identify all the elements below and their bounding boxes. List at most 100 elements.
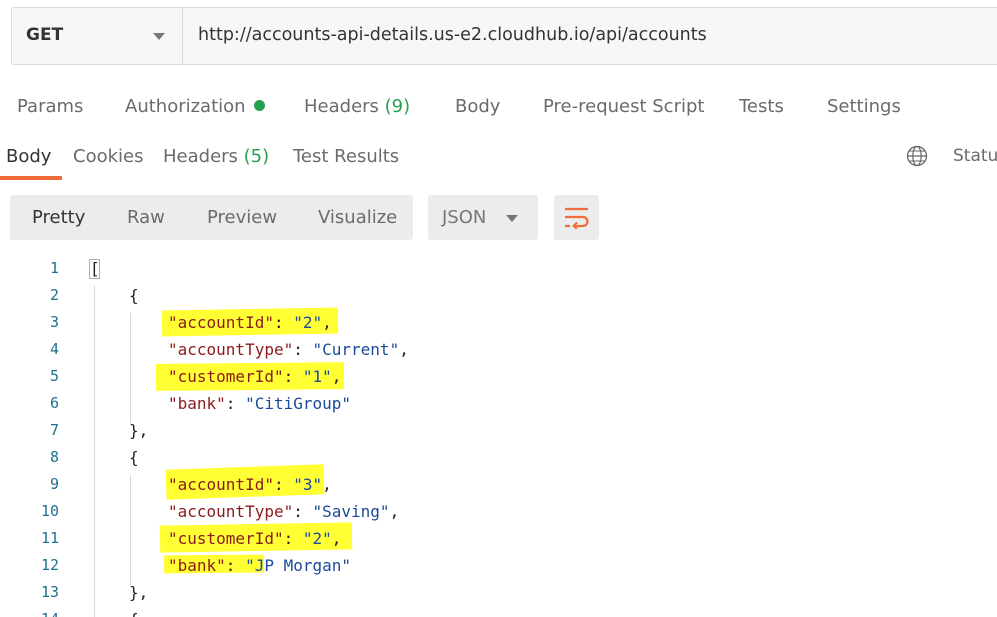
json-separator: : xyxy=(273,313,294,332)
code-line: 8 { xyxy=(0,444,997,471)
tab-prerequest-script[interactable]: Pre-request Script xyxy=(543,96,704,117)
code-line: 10 "accountType": "Saving", xyxy=(0,498,997,525)
response-headers-count-badge: (5) xyxy=(243,146,270,167)
json-comma: , xyxy=(331,367,342,386)
language-select[interactable]: JSON xyxy=(428,195,538,240)
code-line: 11 "customerId": "2", xyxy=(0,525,997,552)
line-number: 2 xyxy=(49,286,59,304)
code-text: }, xyxy=(129,421,149,440)
format-preview-button[interactable]: Preview xyxy=(207,207,277,228)
code-line: 3 "accountId": "2", xyxy=(0,309,997,336)
code-text: { xyxy=(129,610,139,617)
json-separator: : xyxy=(225,394,246,413)
json-value: "2" xyxy=(302,529,332,548)
format-toggle-group: Pretty Raw Preview Visualize xyxy=(10,195,413,240)
response-status-label: Status xyxy=(953,146,997,166)
code-text: { xyxy=(129,448,139,467)
json-key: "accountType" xyxy=(168,502,294,521)
json-separator: : xyxy=(293,340,313,359)
json-separator: : xyxy=(283,529,303,548)
tab-headers-label: Headers xyxy=(304,96,379,117)
code-text: "accountId": "2", xyxy=(168,313,332,332)
json-value: "JP Morgan" xyxy=(245,556,352,575)
line-number: 8 xyxy=(49,448,59,466)
response-tab-cookies[interactable]: Cookies xyxy=(73,146,143,167)
line-number: 10 xyxy=(40,502,59,520)
json-comma: , xyxy=(399,340,409,359)
line-number: 7 xyxy=(49,421,59,439)
method-label: GET xyxy=(26,25,64,45)
tab-body[interactable]: Body xyxy=(455,96,500,117)
line-number: 12 xyxy=(40,556,59,574)
code-line: 5 "customerId": "1", xyxy=(0,363,997,390)
line-number: 5 xyxy=(49,367,59,385)
language-select-label: JSON xyxy=(442,207,487,228)
line-number: 1 xyxy=(49,259,59,277)
response-body-editor[interactable]: 1 [ 2 { 3 "accountId": "2", 4 "accountTy… xyxy=(0,255,997,617)
active-tab-indicator xyxy=(0,176,62,180)
globe-icon[interactable] xyxy=(906,145,928,167)
json-separator: : xyxy=(283,367,303,386)
request-url-bar: GET http://accounts-api-details.us-e2.cl… xyxy=(11,7,997,65)
headers-count-badge: (9) xyxy=(384,96,411,117)
status-dot-icon xyxy=(253,100,265,111)
json-value: "2" xyxy=(293,313,323,332)
tab-settings[interactable]: Settings xyxy=(827,96,901,117)
code-line: 7 }, xyxy=(0,417,997,444)
tab-headers[interactable]: Headers (9) xyxy=(304,96,410,117)
json-comma: , xyxy=(331,529,342,548)
format-visualize-button[interactable]: Visualize xyxy=(318,207,397,228)
code-text: "customerId": "1", xyxy=(168,367,341,386)
response-tab-headers[interactable]: Headers (5) xyxy=(163,146,269,167)
code-line: 13 }, xyxy=(0,579,997,606)
json-key: "accountId" xyxy=(168,313,274,332)
code-line: 4 "accountType": "Current", xyxy=(0,336,997,363)
json-key: "accountId" xyxy=(168,475,274,494)
response-tab-body[interactable]: Body xyxy=(6,146,51,167)
json-value: "3" xyxy=(293,475,323,494)
chevron-down-icon xyxy=(506,215,518,222)
tab-authorization-label: Authorization xyxy=(125,96,246,117)
json-comma: , xyxy=(322,475,332,494)
code-text: "accountType": "Current", xyxy=(168,340,409,359)
json-value: "Current" xyxy=(312,340,400,359)
code-text: [ xyxy=(90,259,100,278)
line-number: 11 xyxy=(40,529,59,547)
tab-tests[interactable]: Tests xyxy=(739,96,784,117)
method-select[interactable]: GET xyxy=(12,8,183,64)
code-text: "bank": "JP Morgan" xyxy=(168,556,351,575)
code-line: 2 { xyxy=(0,282,997,309)
code-line: 1 [ xyxy=(0,255,997,282)
code-line: 12 "bank": "JP Morgan" xyxy=(0,552,997,579)
wrap-lines-icon xyxy=(565,207,589,229)
json-separator: : xyxy=(225,556,246,575)
json-key: "customerId" xyxy=(168,367,284,386)
response-tab-test-results[interactable]: Test Results xyxy=(293,146,399,167)
wrap-lines-button[interactable] xyxy=(554,195,599,240)
json-comma: , xyxy=(389,502,400,521)
code-text: "accountType": "Saving", xyxy=(168,502,399,521)
line-number: 3 xyxy=(49,313,59,331)
code-text: }, xyxy=(129,583,149,602)
json-value: "CitiGroup" xyxy=(245,394,352,413)
code-line: 14 { xyxy=(0,606,997,617)
line-number: 4 xyxy=(49,340,59,358)
line-number: 9 xyxy=(49,475,59,493)
code-text: "accountId": "3", xyxy=(168,475,332,494)
chevron-down-icon xyxy=(153,33,165,40)
code-text: "bank": "CitiGroup" xyxy=(168,394,351,413)
json-key: "customerId" xyxy=(168,529,284,548)
format-pretty-button[interactable]: Pretty xyxy=(32,207,85,228)
code-line: 6 "bank": "CitiGroup" xyxy=(0,390,997,417)
code-line: 9 "accountId": "3", xyxy=(0,471,997,498)
code-text: { xyxy=(129,286,139,305)
format-raw-button[interactable]: Raw xyxy=(127,207,165,228)
line-number: 6 xyxy=(49,394,59,412)
json-key: "accountType" xyxy=(168,340,294,359)
code-text: "customerId": "2", xyxy=(168,529,341,548)
json-value: "Saving" xyxy=(312,502,390,521)
tab-params[interactable]: Params xyxy=(17,96,83,117)
line-number: 14 xyxy=(41,610,59,617)
tab-authorization[interactable]: Authorization xyxy=(125,96,265,117)
url-input[interactable]: http://accounts-api-details.us-e2.cloudh… xyxy=(198,25,707,45)
